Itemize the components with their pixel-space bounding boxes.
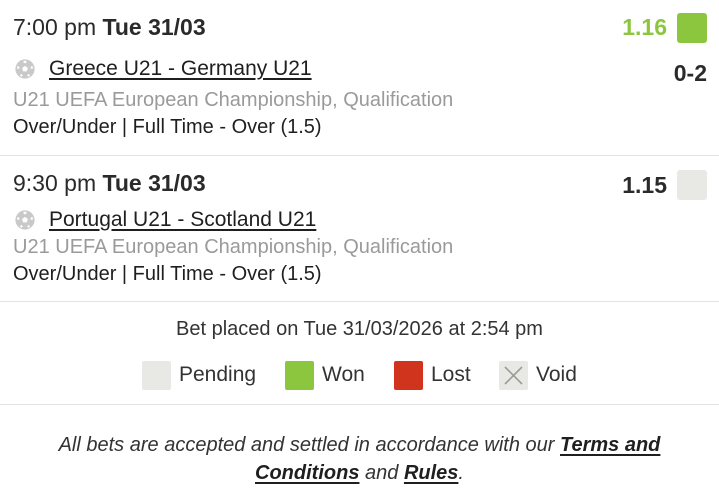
match-link[interactable]: Portugal U21 - Scotland U21: [49, 208, 316, 232]
bet-time: 9:30 pm: [13, 170, 97, 196]
legend-pending-swatch: [142, 361, 171, 390]
football-icon: [15, 59, 35, 79]
bet-item: 7:00 pm Tue 31/03 1.16 Greece U21 - Germ…: [0, 0, 719, 156]
bet-time: 7:00 pm: [13, 14, 97, 40]
terms-text-after: .: [458, 462, 464, 484]
divider: [0, 404, 719, 405]
bet-date: Tue 31/03: [102, 14, 206, 40]
terms-notice: All bets are accepted and settled in acc…: [20, 431, 699, 487]
legend-void-swatch: [499, 361, 528, 390]
bet-datetime: 7:00 pm Tue 31/03: [13, 14, 206, 41]
bet-odds: 1.15: [622, 172, 667, 198]
match-score: 0-2: [673, 60, 707, 86]
match-link[interactable]: Greece U21 - Germany U21: [49, 57, 312, 81]
bet-date: Tue 31/03: [102, 170, 206, 196]
competition-name: U21 UEFA European Championship, Qualific…: [13, 236, 454, 258]
status-pending-indicator: [677, 170, 707, 200]
legend-lost-swatch: [394, 361, 423, 390]
legend-won-swatch: [285, 361, 314, 390]
bet-item: 9:30 pm Tue 31/03 1.15 Portugal U21 - Sc…: [0, 156, 719, 302]
status-legend: Pending Won Lost Void: [0, 361, 719, 391]
legend-pending-label: Pending: [179, 363, 257, 386]
bet-datetime: 9:30 pm Tue 31/03: [13, 170, 206, 197]
terms-text-before: All bets are accepted and settled in acc…: [58, 434, 560, 456]
bet-placed-info: Bet placed on Tue 31/03/2026 at 2:54 pm: [176, 318, 543, 340]
legend-lost-label: Lost: [431, 363, 471, 386]
legend-won-label: Won: [322, 363, 365, 386]
football-icon: [15, 210, 35, 230]
x-icon: [504, 366, 523, 385]
legend-void-label: Void: [536, 363, 577, 386]
market-selection: Over/Under | Full Time - Over (1.5): [13, 116, 322, 138]
bet-odds: 1.16: [622, 14, 667, 40]
rules-link[interactable]: Rules: [404, 462, 458, 484]
status-won-indicator: [677, 13, 707, 43]
terms-text-middle: and: [359, 462, 404, 484]
market-selection: Over/Under | Full Time - Over (1.5): [13, 263, 322, 285]
competition-name: U21 UEFA European Championship, Qualific…: [13, 89, 454, 111]
